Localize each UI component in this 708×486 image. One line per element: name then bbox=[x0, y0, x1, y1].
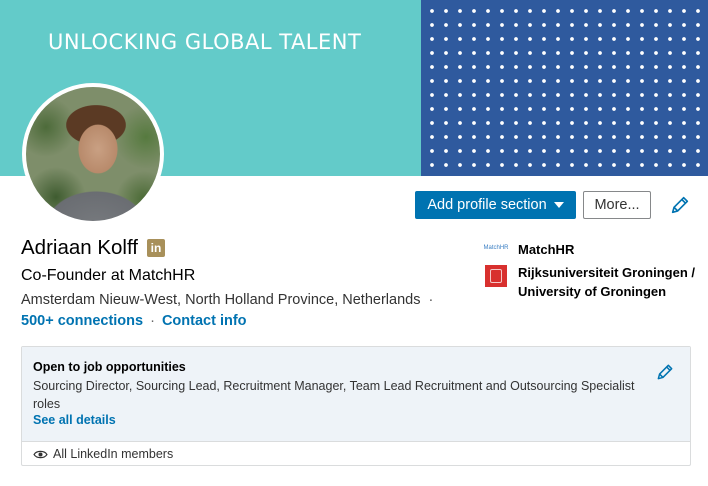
banner-dot-pattern bbox=[421, 0, 708, 176]
profile-location: Amsterdam Nieuw-West, North Holland Prov… bbox=[21, 292, 421, 308]
add-profile-section-label: Add profile section bbox=[427, 197, 547, 213]
location-separator: · bbox=[428, 292, 434, 308]
job-card-body: Open to job opportunities Sourcing Direc… bbox=[22, 347, 690, 442]
links-separator: · bbox=[150, 313, 155, 329]
open-to-job-card: Open to job opportunities Sourcing Direc… bbox=[21, 346, 691, 466]
profile-headline: Co-Founder at MatchHR bbox=[21, 267, 196, 284]
contact-info-link[interactable]: Contact info bbox=[162, 313, 247, 329]
matchhr-logo: MatchHR bbox=[483, 245, 509, 251]
education-school[interactable]: Rijksuniversiteit Groningen / University… bbox=[485, 263, 703, 301]
see-all-details-link[interactable]: See all details bbox=[33, 413, 116, 427]
linkedin-premium-badge-icon: in bbox=[147, 239, 166, 257]
connections-link[interactable]: 500+ connections bbox=[21, 313, 143, 329]
profile-photo[interactable] bbox=[22, 83, 164, 225]
profile-location-row: Amsterdam Nieuw-West, North Holland Prov… bbox=[21, 292, 441, 308]
profile-name: Adriaan Kolff bbox=[21, 236, 139, 259]
edit-intro-pencil-icon[interactable] bbox=[669, 194, 691, 216]
job-card-visibility: All LinkedIn members bbox=[22, 442, 690, 466]
university-crest-logo bbox=[485, 265, 507, 287]
job-card-title: Open to job opportunities bbox=[33, 360, 186, 374]
more-button-label: More... bbox=[594, 197, 640, 213]
school-name: Rijksuniversiteit Groningen / University… bbox=[518, 265, 695, 299]
job-card-roles: Sourcing Director, Sourcing Lead, Recrui… bbox=[33, 379, 635, 411]
edit-job-preferences-pencil-icon[interactable] bbox=[655, 362, 675, 382]
add-profile-section-button[interactable]: Add profile section bbox=[415, 191, 576, 219]
current-company[interactable]: MatchHR MatchHR bbox=[483, 240, 575, 259]
caret-down-icon bbox=[553, 202, 564, 208]
eye-icon bbox=[33, 450, 48, 458]
profile-links-row: 500+ connections · Contact info bbox=[21, 313, 247, 329]
company-name: MatchHR bbox=[518, 242, 575, 257]
banner-tagline: UNLOCKING GLOBAL TALENT bbox=[48, 30, 362, 54]
profile-name-row: Adriaan Kolff in bbox=[21, 236, 166, 260]
visibility-label: All LinkedIn members bbox=[53, 447, 174, 461]
more-button[interactable]: More... bbox=[583, 191, 651, 219]
